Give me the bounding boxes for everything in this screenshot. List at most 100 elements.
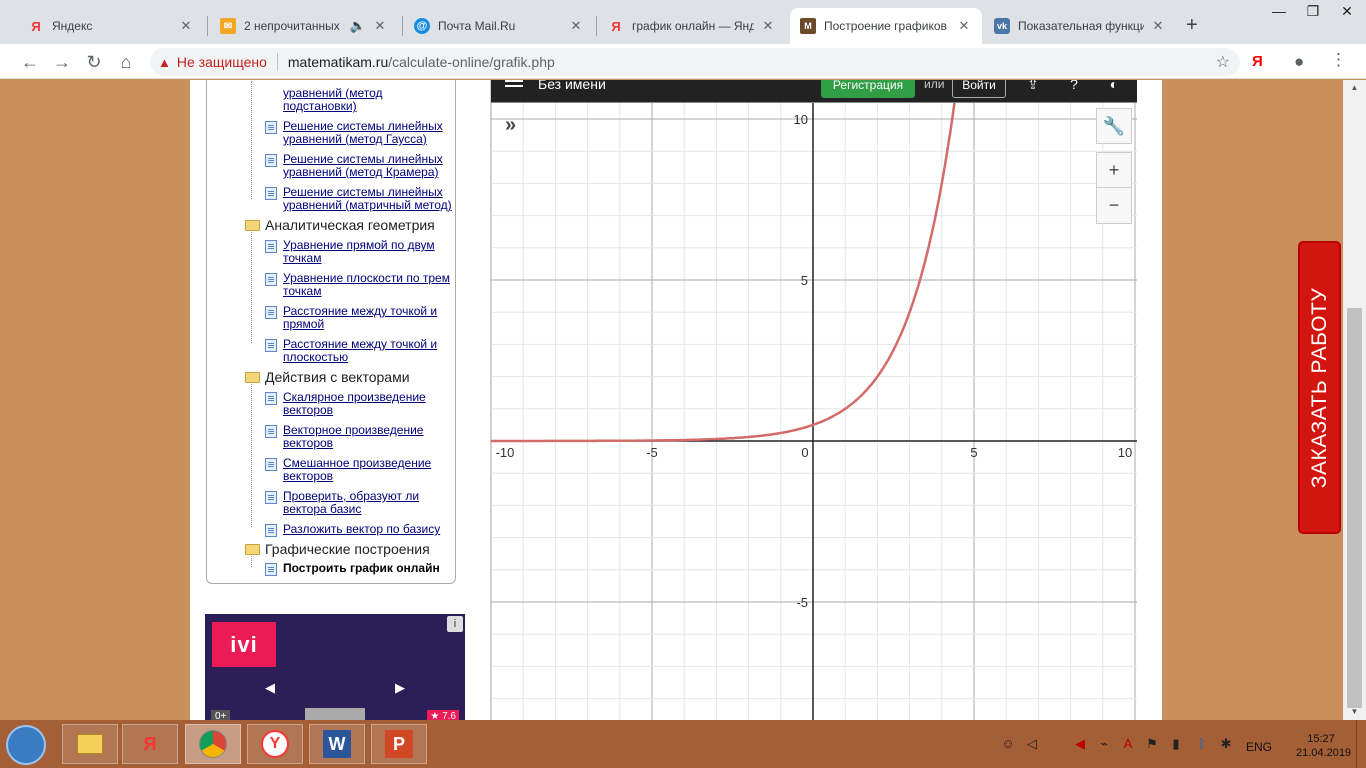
address-bar[interactable]: ▲ Не защищено matematikam.ru/calculate-o… <box>150 48 1240 76</box>
info-icon[interactable]: i <box>447 616 463 632</box>
tab-yandex-search[interactable]: Я график онлайн — Янде ✕ <box>598 8 786 44</box>
expand-expressions-icon[interactable]: » <box>505 114 516 137</box>
ad-next-icon[interactable]: ▶ <box>395 680 405 696</box>
sidebar-item-link[interactable]: Построить график онлайн <box>283 562 440 576</box>
graph-title[interactable]: Без имени <box>538 80 606 92</box>
powerpoint-taskbar-button[interactable]: P <box>371 724 427 764</box>
explorer-taskbar-button[interactable] <box>62 724 118 764</box>
sidebar-item-line-two-points[interactable]: Уравнение прямой по двум точкам <box>265 239 435 265</box>
sidebar-folder-graphics[interactable]: Графические построения <box>245 541 430 557</box>
zoom-in-button[interactable]: + <box>1096 152 1132 188</box>
word-taskbar-button[interactable]: W <box>309 724 365 764</box>
minimize-button[interactable]: — <box>1262 0 1296 24</box>
sidebar-item-basis-check[interactable]: Проверить, образуют ли вектора базис <box>265 490 419 516</box>
network-icon[interactable]: ⌁ <box>1096 736 1112 752</box>
sidebar-item-matrix[interactable]: Решение системы линейных уравнений (матри… <box>265 186 452 212</box>
sidebar-item-link[interactable]: Разложить вектор по базису <box>283 523 440 537</box>
share-icon[interactable]: ⇪ <box>1023 80 1043 94</box>
sidebar-item-link[interactable]: Решение системы линейных уравнений (метод… <box>283 120 443 146</box>
tab-mailru[interactable]: @ Почта Mail.Ru ✕ <box>404 8 594 44</box>
ad-thumbnail[interactable] <box>305 708 365 720</box>
sidebar-item-link[interactable]: Скалярное произведение векторов <box>283 391 426 417</box>
speaker-icon[interactable]: 🔈 <box>350 18 366 34</box>
forward-button[interactable]: → <box>48 48 76 76</box>
system-clock[interactable]: 15:27 21.04.2019 <box>1296 732 1351 760</box>
help-icon[interactable]: ? <box>1064 80 1084 94</box>
ad-prev-icon[interactable]: ◀ <box>265 680 275 696</box>
language-indicator[interactable]: ENG <box>1246 740 1272 754</box>
sidebar-item-link[interactable]: Расстояние между точкой и плоскостью <box>283 338 437 364</box>
graph-canvas[interactable]: -10 -5 0 5 10 10 5 -5 <box>491 103 1137 720</box>
sidebar-item-link[interactable]: Решение системы линейных уравнений (матри… <box>283 186 452 212</box>
sidebar-item-link[interactable]: Решение системы линейных уравнений (метод… <box>283 153 443 179</box>
yandex-browser-taskbar-button[interactable]: Y <box>247 724 303 764</box>
close-icon[interactable]: ✕ <box>760 18 776 34</box>
home-button[interactable]: ⌂ <box>112 48 140 76</box>
order-work-button[interactable]: ЗАКАЗАТЬ РАБОТУ <box>1298 241 1341 534</box>
tray-app-icon[interactable]: ☺ <box>1000 736 1016 752</box>
sidebar-item-vector-product[interactable]: Векторное произведение векторов <box>265 424 423 450</box>
bluetooth-icon[interactable]: ᛒ <box>1194 736 1210 752</box>
settings-tray-icon[interactable]: ✱ <box>1218 736 1234 752</box>
back-button[interactable]: ← <box>16 48 44 76</box>
sidebar-item-link[interactable]: Векторное произведение векторов <box>283 424 423 450</box>
tab-mail-unread[interactable]: ✉ 2 непрочитанных п 🔈 ✕ <box>210 8 398 44</box>
close-icon[interactable]: ✕ <box>178 18 194 34</box>
sidebar-item-link[interactable]: Уравнение плоскости по трем точкам <box>283 272 450 298</box>
sidebar-item-point-line-distance[interactable]: Расстояние между точкой и прямой <box>265 305 437 331</box>
sidebar-item-substitution[interactable]: уравнений (метод подстановки) <box>265 87 383 113</box>
maximize-button[interactable]: ❐ <box>1296 0 1330 24</box>
action-center-flag-icon[interactable]: ⚑ <box>1144 736 1160 752</box>
sidebar-item-link[interactable]: Смешанное произведение векторов <box>283 457 431 483</box>
scroll-down-icon[interactable]: ▼ <box>1343 704 1366 720</box>
url-path[interactable]: /calculate-online/grafik.php <box>388 54 555 70</box>
wrench-settings-icon[interactable]: 🔧 <box>1096 108 1132 144</box>
sidebar-item-link[interactable]: Расстояние между точкой и прямой <box>283 305 437 331</box>
speaker-muted-icon[interactable]: ◀ <box>1072 736 1088 752</box>
login-button[interactable]: Войти <box>952 80 1006 98</box>
sidebar-item-mixed-product[interactable]: Смешанное произведение векторов <box>265 457 431 483</box>
sidebar-item-link[interactable]: Уравнение прямой по двум точкам <box>283 239 435 265</box>
bookmark-star-icon[interactable]: ☆ <box>1216 52 1230 72</box>
close-icon[interactable]: ✕ <box>1150 18 1166 34</box>
ivi-logo[interactable]: ivi <box>212 622 276 667</box>
zoom-out-button[interactable]: − <box>1096 188 1132 224</box>
show-desktop-button[interactable] <box>1356 720 1366 768</box>
start-button[interactable] <box>6 725 46 765</box>
scroll-up-icon[interactable]: ▲ <box>1343 80 1366 96</box>
sidebar-folder-geometry[interactable]: Аналитическая геометрия <box>245 217 435 233</box>
sidebar-item-scalar-product[interactable]: Скалярное произведение векторов <box>265 391 426 417</box>
chrome-taskbar-button[interactable] <box>185 724 241 764</box>
page-scrollbar[interactable]: ▲ ▼ <box>1343 80 1366 720</box>
reload-button[interactable]: ↻ <box>80 48 108 76</box>
sidebar-item-link[interactable]: уравнений (метод подстановки) <box>283 87 383 113</box>
close-icon[interactable]: ✕ <box>568 18 584 34</box>
tab-vk[interactable]: vk Показательная функци ✕ <box>984 8 1176 44</box>
scroll-thumb[interactable] <box>1347 308 1362 708</box>
tab-yandex[interactable]: Я Яндекс ✕ <box>18 8 204 44</box>
menu-icon[interactable]: ⋮ <box>1330 50 1347 70</box>
sidebar-item-plane-three-points[interactable]: Уравнение плоскости по трем точкам <box>265 272 450 298</box>
close-icon[interactable]: ✕ <box>372 18 388 34</box>
close-icon[interactable]: ✕ <box>956 18 972 34</box>
sidebar-item-decompose-vector[interactable]: Разложить вектор по базису <box>265 523 440 537</box>
close-window-button[interactable]: ✕ <box>1330 0 1364 24</box>
volume-icon[interactable]: ◁ <box>1024 736 1040 752</box>
sidebar-item-cramer[interactable]: Решение системы линейных уравнений (метод… <box>265 153 443 179</box>
ivi-advertisement[interactable]: ivi i ◀ ▶ 0+ ★ 7.6 <box>205 614 465 720</box>
hamburger-menu-icon[interactable] <box>505 80 523 82</box>
sidebar-item-build-graph[interactable]: Построить график онлайн <box>265 562 440 576</box>
new-tab-button[interactable]: + <box>1186 14 1198 37</box>
yandex-extension-icon[interactable]: Я <box>1252 53 1263 70</box>
language-icon[interactable]: ◐ <box>1104 80 1124 94</box>
sidebar-folder-vectors[interactable]: Действия с векторами <box>245 369 410 385</box>
url-host[interactable]: matematikam.ru <box>288 54 388 70</box>
warning-icon[interactable]: ▲ <box>158 55 171 70</box>
register-button[interactable]: Регистрация <box>821 80 915 98</box>
security-label[interactable]: Не защищено <box>177 54 267 70</box>
pdf-icon[interactable]: A <box>1120 736 1136 752</box>
yandex-taskbar-button[interactable]: Я <box>122 724 178 764</box>
account-icon[interactable]: ● <box>1294 52 1304 72</box>
battery-icon[interactable]: ▮ <box>1168 736 1184 752</box>
sidebar-item-gauss[interactable]: Решение системы линейных уравнений (метод… <box>265 120 443 146</box>
